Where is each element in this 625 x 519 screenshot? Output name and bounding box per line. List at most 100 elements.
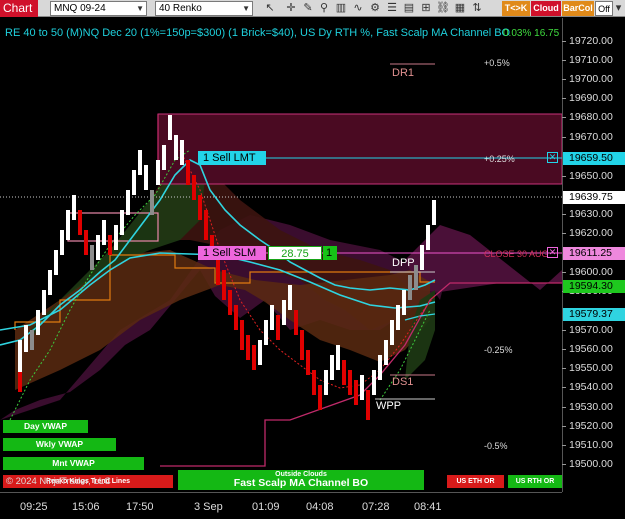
close-icon[interactable]: ✕ <box>547 247 558 258</box>
fast-ma-price: 19594.30 <box>563 280 625 293</box>
crosshair-icon[interactable]: ✛ <box>283 1 299 16</box>
pct-label: -0.25% <box>484 345 513 355</box>
chart-plot-area[interactable]: RE 40 to 50 (M)NQ Dec 20 (1%=150p=$300) … <box>0 18 562 492</box>
price-tick: 19540.00 <box>562 381 613 393</box>
time-tick: 15:06 <box>72 501 100 513</box>
renko-brick <box>432 200 436 225</box>
chevron-down-icon: ▼ <box>242 4 250 13</box>
strategy-icon[interactable]: ⚙ <box>367 1 383 16</box>
renko-brick <box>264 320 268 345</box>
mnt-vwap-button[interactable]: Mnt VWAP <box>3 457 144 470</box>
time-axis[interactable]: 09:25 15:06 17:50 3 Sep 01:09 04:08 07:2… <box>0 492 562 519</box>
renko-brick <box>252 345 256 370</box>
renko-brick <box>270 305 274 330</box>
chevron-down-icon: ▼ <box>136 4 144 13</box>
price-tick: 19510.00 <box>562 439 613 451</box>
instrument-selector[interactable]: MNQ 09-24 ▼ <box>50 1 147 16</box>
bar-type-selector[interactable]: 40 Renko ▼ <box>155 1 253 16</box>
renko-brick <box>78 210 82 235</box>
chevron-down-icon[interactable]: ▾ <box>612 1 625 16</box>
renko-brick <box>372 370 376 395</box>
price-tick: 19650.00 <box>562 170 613 182</box>
day-vwap-button[interactable]: Day VWAP <box>3 420 88 433</box>
renko-brick <box>312 370 316 395</box>
renko-brick <box>72 195 76 220</box>
renko-brick <box>198 195 202 220</box>
wkly-vwap-button[interactable]: Wkly VWAP <box>3 438 116 451</box>
time-tick: 17:50 <box>126 501 154 513</box>
renko-brick <box>102 220 106 245</box>
close-icon[interactable]: ✕ <box>547 152 558 163</box>
renko-brick <box>246 335 250 360</box>
renko-brick <box>354 380 358 405</box>
renko-brick <box>96 235 100 260</box>
renko-brick <box>66 210 70 240</box>
price-tick: 19630.00 <box>562 208 613 220</box>
renko-brick <box>156 160 160 185</box>
renko-brick <box>30 330 34 350</box>
renko-brick <box>234 305 238 330</box>
renko-brick <box>120 210 124 235</box>
templates-icon[interactable]: ▦ <box>452 1 468 16</box>
price-tick: 19500.00 <box>562 458 613 470</box>
price-tick: 19600.00 <box>562 266 613 278</box>
renko-brick <box>84 230 88 255</box>
cursor-icon[interactable]: ↖ <box>262 1 278 16</box>
chart-tab[interactable]: Chart <box>0 0 38 17</box>
trade-icon[interactable]: ⇅ <box>469 1 485 16</box>
time-tick: 3 Sep <box>194 501 223 513</box>
renko-brick <box>300 330 304 360</box>
properties-icon[interactable]: ☰ <box>384 1 400 16</box>
renko-brick <box>54 250 58 275</box>
renko-brick <box>144 165 148 190</box>
off-toggle[interactable]: Off <box>595 1 613 16</box>
cloud-button[interactable]: Cloud <box>531 1 561 16</box>
data-box-icon[interactable]: ▤ <box>401 1 417 16</box>
renko-brick <box>36 310 40 335</box>
renko-brick <box>324 370 328 395</box>
sell-slm-order[interactable]: 1 Sell SLM <box>198 246 266 260</box>
renko-brick <box>318 385 322 410</box>
renko-brick <box>276 315 280 340</box>
sell-lmt-order[interactable]: 1 Sell LMT <box>198 151 266 165</box>
price-tick: 19720.00 <box>562 35 613 47</box>
last-price: 19639.75 <box>563 191 625 204</box>
dpp-label: DPP <box>392 257 415 269</box>
strategy-button[interactable]: Fast Scalp MA Channel BO <box>178 476 424 490</box>
renko-brick <box>360 375 364 400</box>
chart-toolbar: Chart MNQ 09-24 ▼ 40 Renko ▼ ↖ ✛ ✎ ⚲ ▥ ∿… <box>0 0 625 17</box>
tile-icon[interactable]: ⊞ <box>418 1 434 16</box>
time-tick: 08:41 <box>414 501 442 513</box>
price-tick: 19620.00 <box>562 227 613 239</box>
renko-brick <box>390 320 394 345</box>
zoom-icon[interactable]: ⚲ <box>316 1 332 16</box>
us-eth-or-button[interactable]: US ETH OR <box>447 475 504 488</box>
renko-brick <box>168 115 172 140</box>
renko-brick <box>366 390 370 420</box>
renko-brick <box>42 290 46 315</box>
renko-brick <box>408 275 412 300</box>
draw-icon[interactable]: ✎ <box>300 1 316 16</box>
us-rth-or-button[interactable]: US RTH OR <box>508 475 562 488</box>
ds1-label: DS1 <box>392 376 414 388</box>
renko-brick <box>294 310 298 335</box>
price-tick: 19680.00 <box>562 111 613 123</box>
wpp-label: WPP <box>376 400 402 412</box>
link-icon[interactable]: ⛓ <box>435 1 451 16</box>
renko-brick <box>420 245 424 270</box>
renko-brick <box>240 320 244 350</box>
dr1-label: DR1 <box>392 67 415 79</box>
price-tick: 19690.00 <box>562 92 613 104</box>
copyright: © 2024 NinjaTrader, LLC <box>6 476 111 487</box>
t-k-button[interactable]: T<>K <box>502 1 530 16</box>
barcol-button[interactable]: BarCol <box>562 1 594 16</box>
slm-qty[interactable]: 1 <box>323 246 337 260</box>
time-tick: 09:25 <box>20 501 48 513</box>
sell-slm-price: 19611.25 <box>563 247 625 260</box>
price-axis[interactable]: 19720.00 19710.00 19700.00 19690.00 1968… <box>562 18 625 492</box>
renko-brick <box>426 225 430 250</box>
chart-style-icon[interactable]: ▥ <box>333 1 349 16</box>
indicator-icon[interactable]: ∿ <box>350 1 366 16</box>
renko-brick <box>342 360 346 385</box>
slow-ma-price: 19579.37 <box>563 308 625 321</box>
